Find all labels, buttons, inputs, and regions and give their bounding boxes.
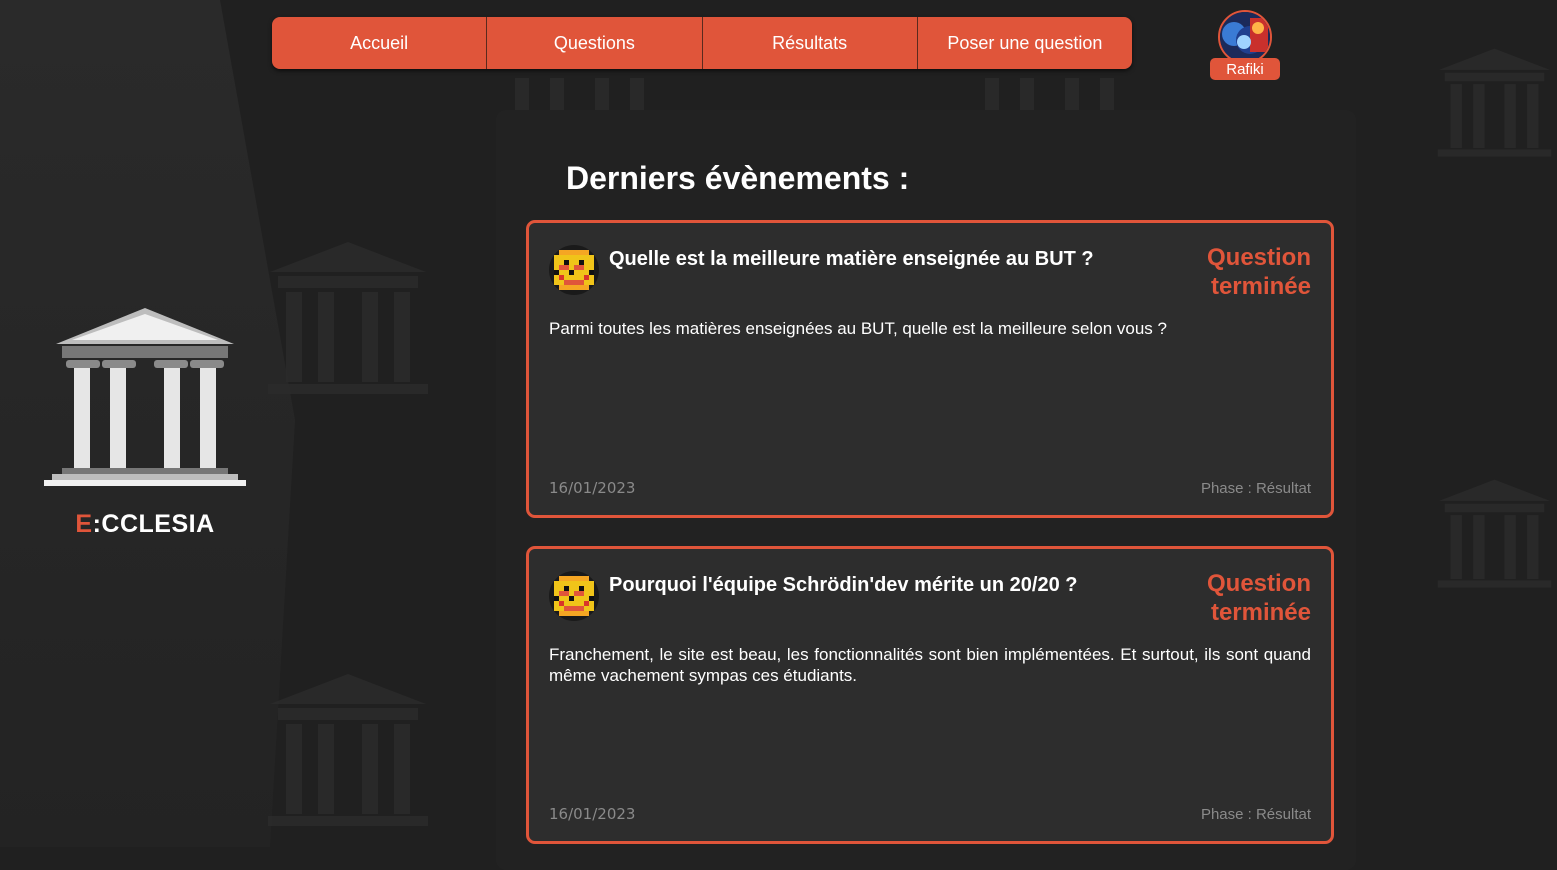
section-title: Derniers évènements : xyxy=(566,160,910,196)
background-temple-icon xyxy=(1437,479,1552,588)
event-phase: Phase : Résultat xyxy=(1200,480,1311,497)
background-columns-icon xyxy=(985,78,1114,112)
temple-logo-icon xyxy=(44,308,246,486)
event-title[interactable]: Pourquoi l'équipe Schrödin'dev mérite un… xyxy=(609,573,1099,598)
event-status: Question terminée xyxy=(1206,244,1311,300)
event-date: 16/01/2023 xyxy=(549,479,636,497)
nav-poser-question[interactable]: Poser une question xyxy=(917,17,1132,69)
event-description: Parmi toutes les matières enseignées au … xyxy=(549,319,1167,338)
nav-resultats[interactable]: Résultats xyxy=(702,17,918,69)
pixel-avatar-icon xyxy=(549,571,599,621)
background-temple-icon xyxy=(268,242,428,394)
pixel-avatar-icon xyxy=(549,245,599,295)
author-avatar xyxy=(549,245,599,295)
event-date: 16/01/2023 xyxy=(549,805,636,823)
event-card[interactable]: Pourquoi l'équipe Schrödin'dev mérite un… xyxy=(526,546,1334,844)
event-title[interactable]: Quelle est la meilleure matière enseigné… xyxy=(609,247,1099,272)
event-description: Franchement, le site est beau, les fonct… xyxy=(549,645,1311,685)
top-navigation: Accueil Questions Résultats Poser une qu… xyxy=(272,17,1132,69)
user-avatar[interactable] xyxy=(1218,10,1272,64)
nav-accueil[interactable]: Accueil xyxy=(272,17,488,69)
background-temple-icon xyxy=(268,674,428,826)
nav-questions[interactable]: Questions xyxy=(487,17,703,69)
background-columns-icon xyxy=(515,78,644,112)
brand-name: E:CCLESIA xyxy=(0,510,290,539)
brand-accent-letter: E xyxy=(75,510,93,538)
author-avatar xyxy=(549,571,599,621)
brand-rest: :CCLESIA xyxy=(92,510,215,538)
event-phase: Phase : Résultat xyxy=(1200,806,1311,823)
user-name-badge[interactable]: Rafiki xyxy=(1210,58,1280,80)
user-avatar-image-icon xyxy=(1220,12,1270,62)
event-card[interactable]: Quelle est la meilleure matière enseigné… xyxy=(526,220,1334,518)
background-temple-icon xyxy=(1437,48,1552,157)
event-status: Question terminée xyxy=(1206,570,1311,626)
user-menu[interactable]: Rafiki xyxy=(1210,10,1280,80)
